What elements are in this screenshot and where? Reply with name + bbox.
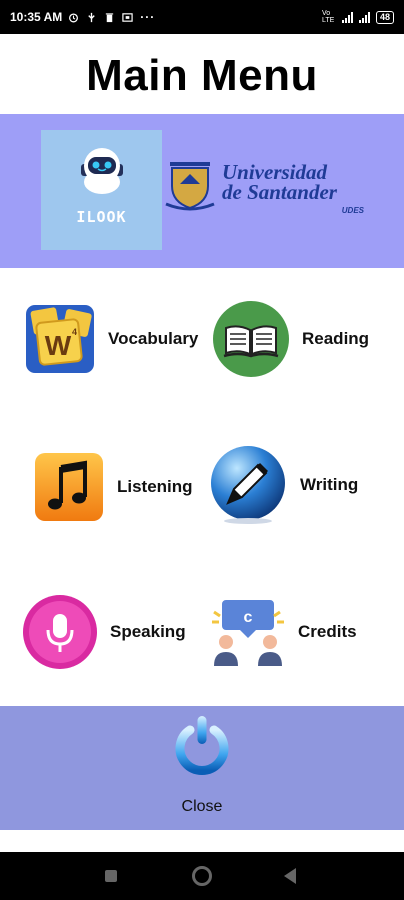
recents-button[interactable]	[105, 870, 117, 882]
back-button[interactable]	[284, 868, 296, 884]
microphone-icon	[23, 595, 97, 669]
menu-item-vocabulary[interactable]: W 4 Vocabulary	[24, 303, 198, 375]
svg-text:4: 4	[72, 327, 77, 337]
status-time: 10:35 AM	[10, 10, 63, 24]
university-name-line1: Universidad	[222, 160, 327, 184]
power-icon[interactable]	[172, 714, 232, 780]
cast-icon	[122, 12, 133, 22]
menu-label-vocabulary: Vocabulary	[108, 329, 199, 348]
crest-icon	[165, 162, 215, 211]
credits-icon: c	[212, 600, 284, 666]
menu-label-listening: Listening	[117, 477, 193, 496]
ilook-logo: ILOOK	[41, 130, 162, 250]
page-title: Main Menu	[86, 51, 318, 100]
book-icon	[213, 301, 289, 377]
university-name-line2: de Santander	[222, 180, 337, 204]
system-navbar	[0, 852, 404, 900]
battery-indicator: 48	[375, 10, 394, 24]
university-logo: Universidad de Santander UDES	[164, 158, 364, 222]
alarm-icon	[69, 12, 79, 22]
menu-label-reading: Reading	[302, 329, 370, 348]
trash-icon	[106, 12, 114, 22]
university-abbr: UDES	[341, 206, 364, 215]
menu-label-writing: Writing	[300, 475, 359, 494]
signal-icon	[341, 11, 353, 23]
ilook-text: ILOOK	[76, 208, 127, 226]
menu-label-speaking: Speaking	[110, 622, 186, 641]
close-bar: Close	[0, 706, 404, 830]
svg-text:W: W	[45, 330, 72, 361]
network-label: Vo LTE	[321, 10, 335, 24]
robot-icon	[81, 148, 123, 194]
status-bar: 10:35 AM ··· Vo LTE 48	[0, 0, 404, 34]
menu-item-reading[interactable]: Reading	[212, 300, 369, 378]
vocabulary-icon: W 4	[26, 305, 94, 373]
music-note-icon	[35, 453, 103, 521]
menu-item-writing[interactable]: Writing	[208, 445, 358, 525]
menu-item-credits[interactable]: c Credits	[210, 594, 357, 670]
svg-text:c: c	[244, 609, 253, 626]
signal-icon-2	[358, 11, 370, 23]
university-name: Universidad de Santander	[222, 160, 337, 204]
more-dots: ···	[140, 10, 156, 24]
menu-label-credits: Credits	[298, 622, 357, 641]
menu-item-speaking[interactable]: Speaking	[22, 594, 186, 670]
banner: ILOOK Universidad de Santander UDES	[0, 114, 404, 268]
close-button[interactable]: Close	[0, 798, 404, 816]
home-button[interactable]	[192, 866, 212, 886]
menu-item-listening[interactable]: Listening	[33, 451, 193, 523]
app-screen: Main Menu ILOOK Universidad de Santander…	[0, 34, 404, 852]
usb-icon	[88, 12, 95, 22]
pen-icon	[211, 446, 285, 524]
